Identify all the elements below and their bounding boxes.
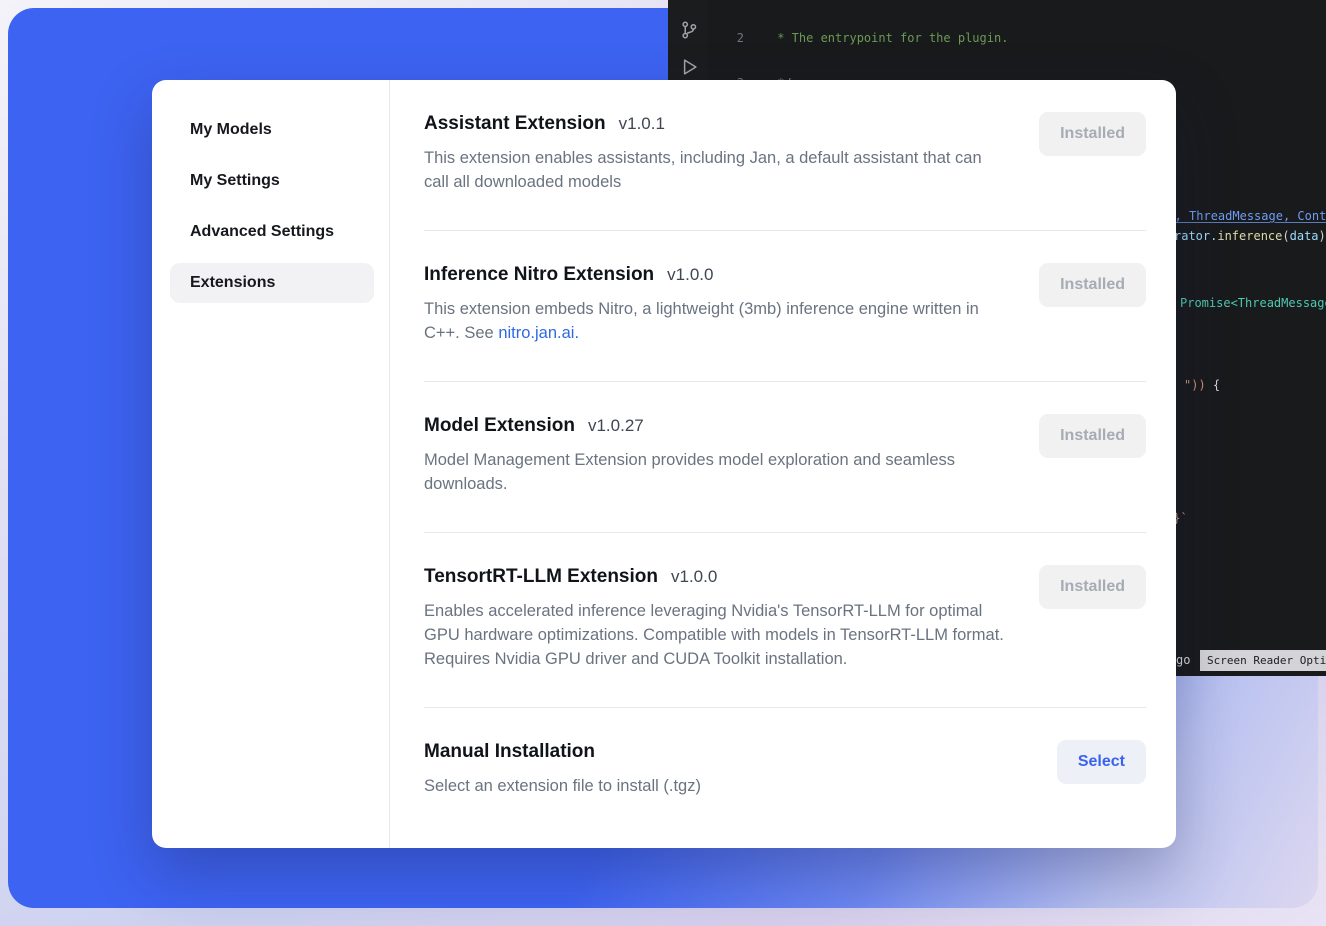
extension-row-tensorrt: TensortRT-LLM Extension v1.0.0 Enables a… — [424, 533, 1146, 708]
code-line: 2 * The entrypoint for the plugin. — [724, 30, 1326, 47]
sidebar-item-my-settings[interactable]: My Settings — [170, 161, 374, 201]
extension-description: This extension embeds Nitro, a lightweig… — [424, 297, 1004, 345]
installed-button[interactable]: Installed — [1039, 263, 1146, 307]
extension-info: Inference Nitro Extension v1.0.0 This ex… — [424, 263, 1004, 345]
code-fragment: rator.inference(data)); — [1174, 229, 1326, 243]
code-text: * The entrypoint for the plugin. — [770, 30, 1008, 47]
sidebar-item-extensions[interactable]: Extensions — [170, 263, 374, 303]
statusbar-text: go — [1176, 653, 1190, 667]
code-token: { — [1206, 378, 1220, 392]
settings-modal: My Models My Settings Advanced Settings … — [152, 80, 1176, 848]
sidebar-item-advanced-settings[interactable]: Advanced Settings — [170, 212, 374, 252]
extensions-list: Assistant Extension v1.0.1 This extensio… — [390, 80, 1176, 848]
code-token: data — [1290, 229, 1319, 243]
extension-version: v1.0.1 — [619, 114, 665, 134]
source-control-icon[interactable] — [679, 20, 699, 40]
extension-info: Model Extension v1.0.27 Model Management… — [424, 414, 1004, 496]
run-debug-icon[interactable] — [679, 57, 699, 77]
sidebar-item-my-models[interactable]: My Models — [170, 110, 374, 150]
installed-button[interactable]: Installed — [1039, 565, 1146, 609]
extension-info: TensortRT-LLM Extension v1.0.0 Enables a… — [424, 565, 1004, 671]
manual-installation-row: Manual Installation Select an extension … — [424, 708, 1146, 822]
extension-description: Enables accelerated inference leveraging… — [424, 599, 1004, 671]
extension-row-model: Model Extension v1.0.27 Model Management… — [424, 382, 1146, 533]
code-token: ( — [1282, 229, 1289, 243]
code-token: )); — [1319, 229, 1326, 243]
extension-info: Manual Installation Select an extension … — [424, 740, 701, 798]
extension-description: Model Management Extension provides mode… — [424, 448, 1004, 496]
extension-version: v1.0.0 — [671, 567, 717, 587]
extension-version: v1.0.27 — [588, 416, 644, 436]
manual-installation-description: Select an extension file to install (.tg… — [424, 774, 701, 798]
code-token: ")) — [1184, 378, 1206, 392]
extension-row-assistant: Assistant Extension v1.0.1 This extensio… — [424, 80, 1146, 231]
installed-button[interactable]: Installed — [1039, 414, 1146, 458]
code-token: rator. — [1174, 229, 1217, 243]
extension-description: This extension enables assistants, inclu… — [424, 146, 1004, 194]
select-button[interactable]: Select — [1057, 740, 1146, 784]
nitro-link[interactable]: nitro.jan.ai. — [498, 324, 579, 342]
line-number: 2 — [724, 30, 744, 47]
manual-installation-title: Manual Installation — [424, 740, 595, 764]
settings-sidebar: My Models My Settings Advanced Settings … — [152, 80, 390, 848]
extension-title: TensortRT-LLM Extension — [424, 565, 658, 589]
code-fragment: Promise<ThreadMessage> — [1180, 296, 1326, 310]
code-fragment: ")) { — [1184, 378, 1220, 392]
code-token: inference — [1217, 229, 1282, 243]
screen-reader-badge[interactable]: Screen Reader Optimize — [1200, 650, 1326, 671]
extension-title: Assistant Extension — [424, 112, 606, 136]
extension-title: Model Extension — [424, 414, 575, 438]
extension-info: Assistant Extension v1.0.1 This extensio… — [424, 112, 1004, 194]
extension-title: Inference Nitro Extension — [424, 263, 654, 287]
extension-row-nitro: Inference Nitro Extension v1.0.0 This ex… — [424, 231, 1146, 382]
extension-version: v1.0.0 — [667, 265, 713, 285]
installed-button[interactable]: Installed — [1039, 112, 1146, 156]
